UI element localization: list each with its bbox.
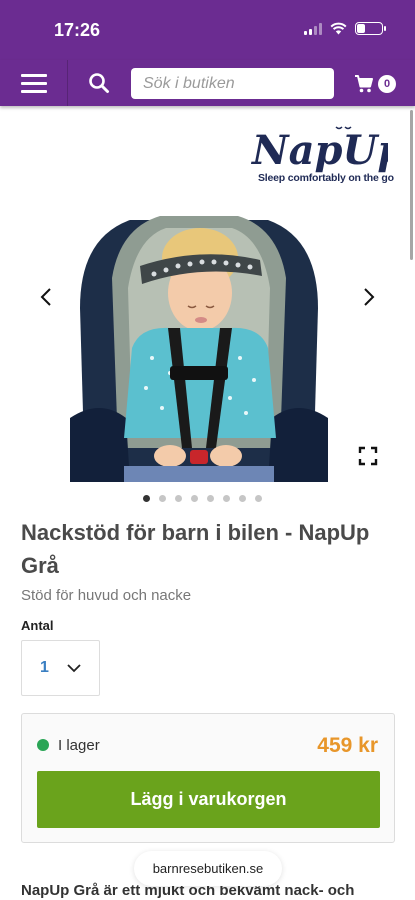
page-scrollbar[interactable] — [410, 110, 413, 260]
menu-button[interactable] — [12, 68, 56, 98]
add-to-cart-button[interactable]: Lägg i varukorgen — [37, 771, 380, 828]
site-header: 0 — [0, 60, 415, 106]
chevron-left-icon — [40, 288, 51, 306]
status-icons — [304, 22, 386, 35]
brand-tagline: Sleep comfortably on the go — [258, 172, 394, 184]
gallery-dot[interactable] — [239, 495, 246, 502]
quantity-value: 1 — [40, 659, 49, 676]
gallery-dot[interactable] — [191, 495, 198, 502]
expand-icon — [358, 446, 378, 466]
cart-icon — [355, 75, 373, 93]
fullscreen-button[interactable] — [357, 445, 379, 467]
stock-status: I lager — [58, 737, 100, 754]
hamburger-icon — [21, 73, 47, 77]
product-image[interactable] — [70, 198, 328, 482]
gallery-dot[interactable] — [207, 495, 214, 502]
quantity-select[interactable]: 1 — [21, 640, 100, 696]
gallery-dot[interactable] — [159, 495, 166, 502]
product-price: 459 kr — [317, 734, 378, 757]
cart-button[interactable]: 0 — [354, 70, 398, 98]
header-divider — [67, 60, 68, 106]
product-title: Nackstöd för barn i bilen - NapUp Grå — [21, 520, 370, 578]
stock-status-icon — [37, 739, 49, 751]
signal-icon — [304, 22, 322, 35]
previous-image-arrow[interactable] — [32, 282, 62, 312]
chevron-down-icon — [67, 664, 81, 673]
gallery-dot[interactable] — [223, 495, 230, 502]
gallery-dot[interactable] — [175, 495, 182, 502]
gallery-pagination — [143, 495, 262, 502]
search-input[interactable] — [131, 68, 334, 99]
gallery-dot[interactable] — [143, 495, 150, 502]
battery-icon — [355, 22, 386, 35]
browser-url-bar[interactable]: barnresebutiken.se — [134, 851, 282, 886]
search-button[interactable] — [82, 68, 116, 98]
gallery-dot[interactable] — [255, 495, 262, 502]
quantity-label: Antal — [21, 618, 54, 633]
wifi-icon — [330, 22, 347, 35]
status-time: 17:26 — [54, 20, 101, 40]
cart-count-badge: 0 — [378, 75, 396, 93]
chevron-right-icon — [364, 288, 375, 306]
next-image-arrow[interactable] — [353, 282, 383, 312]
status-bar: 17:26 — [0, 0, 415, 60]
svg-text:NapUp: NapUp — [250, 127, 388, 174]
buy-box: I lager 459 kr Lägg i varukorgen — [21, 713, 395, 843]
search-icon — [89, 73, 109, 93]
product-subtitle: Stöd för huvud och nacke — [21, 587, 192, 604]
